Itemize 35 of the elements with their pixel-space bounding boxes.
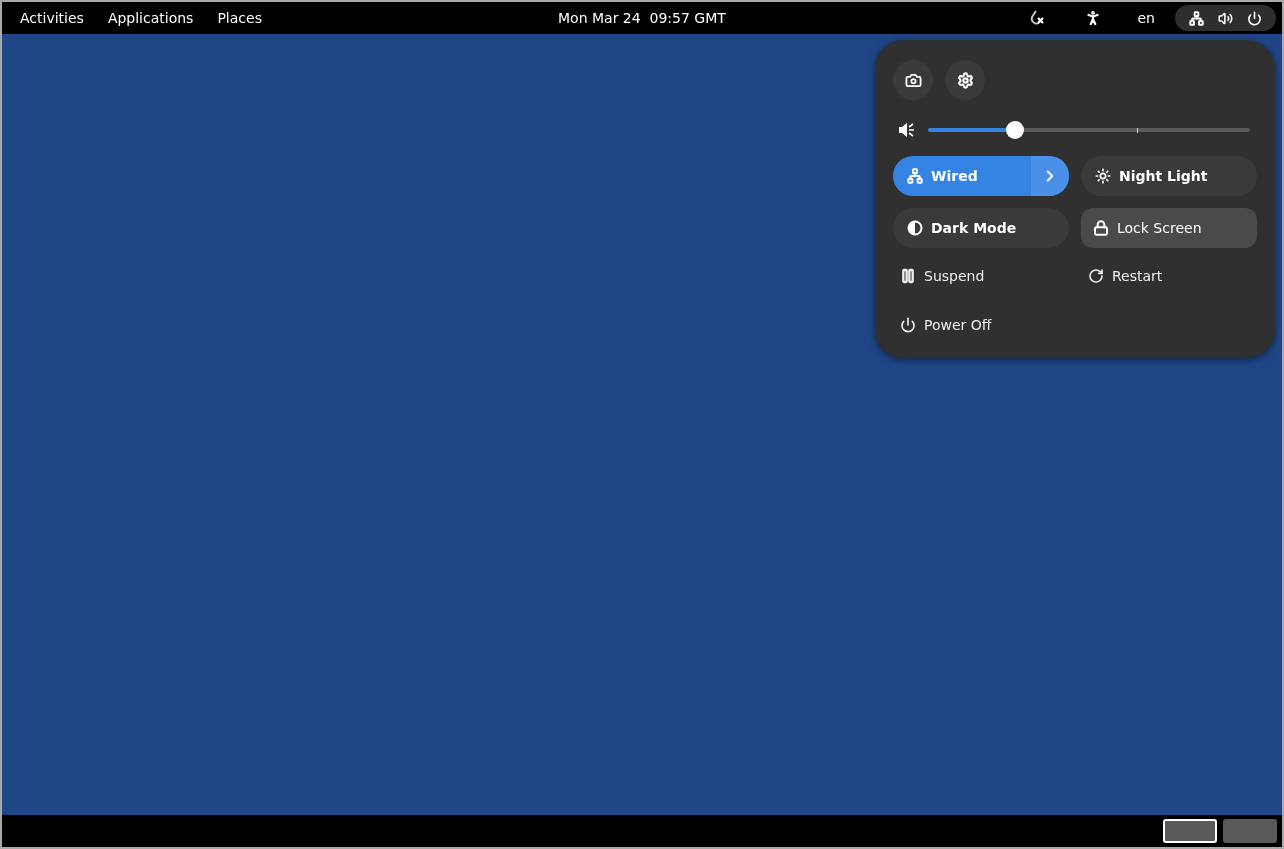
top-bar-menu[interactable]: Places xyxy=(205,4,274,32)
workspace-thumbnail[interactable] xyxy=(1223,819,1277,843)
camera-icon xyxy=(904,71,922,89)
screenshot-button[interactable] xyxy=(893,60,933,100)
quick-toggle[interactable]: Night Light xyxy=(1081,156,1257,196)
volume-icon xyxy=(1218,10,1233,26)
sun-icon xyxy=(1095,168,1111,184)
volume-slider-thumb[interactable] xyxy=(1005,121,1024,139)
expand-button[interactable] xyxy=(1031,156,1069,196)
system-action-item[interactable]: Power Off xyxy=(893,305,1069,345)
tick-mark xyxy=(1137,127,1139,133)
settings-button[interactable] xyxy=(945,60,985,100)
toggle-label: Wired xyxy=(931,166,978,186)
top-bar-menu[interactable]: Activities xyxy=(8,4,96,32)
network-icon xyxy=(1189,10,1204,26)
network-toggle[interactable]: Wired xyxy=(893,156,1069,196)
clock[interactable]: Mon Mar 24 09:57 GMT xyxy=(558,7,726,29)
power-icon xyxy=(1247,10,1262,26)
volume-slider[interactable] xyxy=(928,120,1250,140)
settings-icon xyxy=(956,71,974,89)
network-icon xyxy=(907,168,923,184)
system-action-item[interactable]: Suspend xyxy=(893,256,1069,296)
pause-icon xyxy=(900,268,916,284)
system-action-item[interactable]: Restart xyxy=(1081,256,1257,296)
restart-icon xyxy=(1088,268,1104,284)
lock-icon xyxy=(1093,220,1109,236)
half-circle-icon xyxy=(907,220,923,236)
quick-toggle[interactable]: Dark Mode xyxy=(893,208,1069,248)
system-status-button[interactable] xyxy=(1175,5,1276,31)
lock-screen-button[interactable]: Lock Screen xyxy=(1081,208,1257,248)
power-icon xyxy=(900,317,916,333)
keyboard-layout[interactable]: en xyxy=(1137,7,1155,29)
volume-low-icon xyxy=(898,122,916,138)
workspace-thumbnail[interactable] xyxy=(1163,819,1217,843)
top-bar-menu[interactable]: Applications xyxy=(95,4,206,32)
